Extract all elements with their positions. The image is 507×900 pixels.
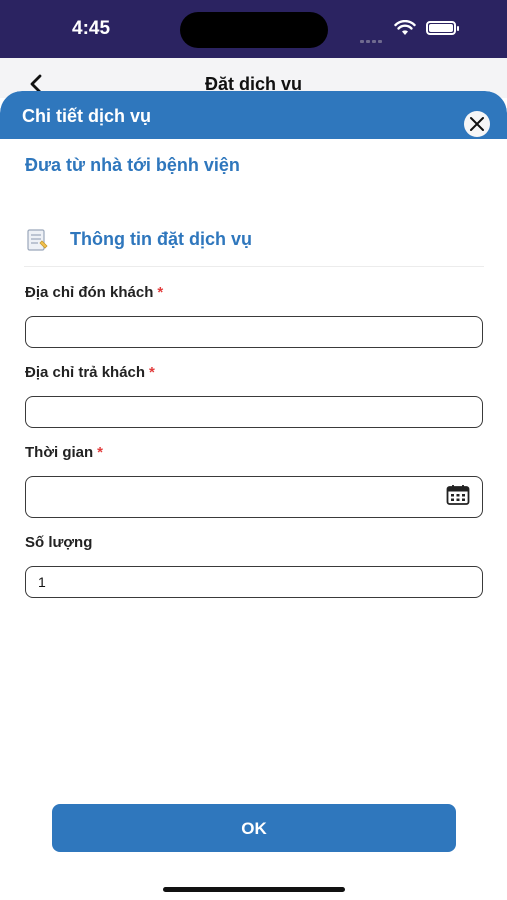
battery-icon [426,21,459,35]
pickup-address-label: Địa chỉ đón khách * [25,284,163,301]
status-time: 4:45 [72,18,111,39]
dropoff-address-label-text: Địa chỉ trả khách [25,364,146,381]
close-icon [470,117,484,131]
status-bar: 4:45 [0,0,507,58]
service-name: Đưa từ nhà tới bệnh viện [25,155,240,175]
ok-button-label: OK [241,819,267,838]
quantity-label-text: Số lượng [25,534,93,551]
time-label: Thời gian * [25,444,103,461]
sheet-title: Chi tiết dịch vụ [22,106,152,126]
dynamic-island [180,12,328,48]
dropoff-address-label: Địa chỉ trả khách * [25,364,155,381]
required-marker: * [149,364,155,381]
calendar-icon[interactable] [446,484,470,506]
quantity-label: Số lượng [25,534,92,551]
section-title: Thông tin đặt dịch vụ [70,229,252,249]
divider [24,266,484,267]
time-input[interactable] [25,476,483,518]
dropoff-address-input[interactable] [25,396,483,428]
ok-button[interactable]: OK [52,804,456,852]
service-detail-sheet: Chi tiết dịch vụ Đưa từ nhà tới bệnh việ… [0,91,507,900]
cellular-signal-icon [360,30,388,43]
required-marker: * [157,284,164,301]
document-icon [24,227,50,253]
home-indicator [163,887,345,892]
quantity-value: 1 [38,574,46,590]
pickup-address-input[interactable] [25,316,483,348]
required-marker: * [97,444,104,461]
sheet-header: Chi tiết dịch vụ [0,91,507,139]
pickup-address-label-text: Địa chỉ đón khách [25,284,154,301]
wifi-icon [394,19,416,36]
close-button[interactable] [464,111,490,137]
quantity-input[interactable]: 1 [25,566,483,598]
time-label-text: Thời gian [25,444,94,461]
